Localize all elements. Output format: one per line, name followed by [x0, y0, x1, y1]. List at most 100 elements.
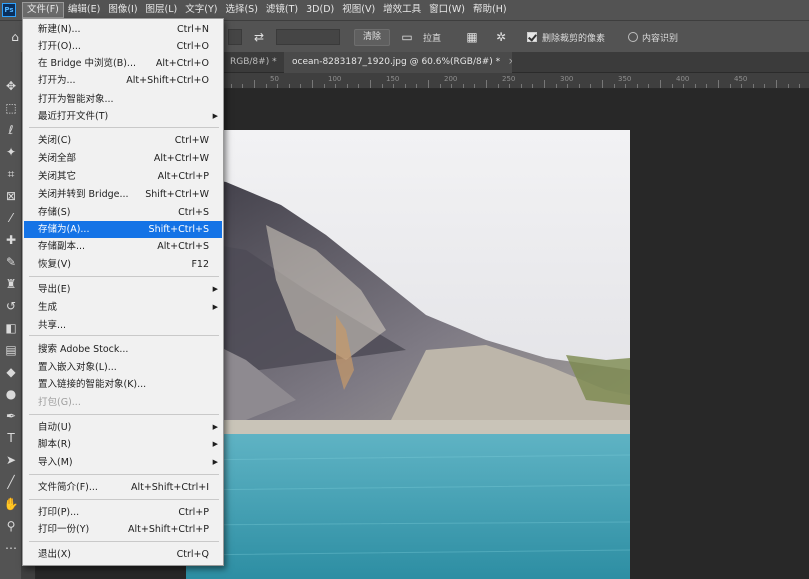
hand-tool-icon[interactable]: ✋: [3, 496, 19, 512]
more-tools-icon[interactable]: ⋯: [3, 540, 19, 556]
file-menu-item[interactable]: 恢复(V) F12: [24, 256, 222, 273]
stamp-tool-icon[interactable]: ♜: [3, 276, 19, 292]
menu-item-shortcut: Alt+Ctrl+P: [157, 171, 209, 182]
ruler-tick: [382, 84, 383, 88]
file-menu-item[interactable]: 导入(M) ▶: [24, 454, 222, 471]
grid-overlay-icon[interactable]: ▦: [465, 30, 479, 44]
file-menu-item[interactable]: 最近打开文件(T) ▶: [24, 108, 222, 125]
delete-cropped-checkbox[interactable]: [527, 32, 537, 42]
menu-plugins[interactable]: 增效工具: [379, 2, 425, 18]
ruler-tick: [231, 84, 232, 88]
file-menu-item[interactable]: 打印(P)... Ctrl+P: [24, 504, 222, 521]
gradient-tool-icon[interactable]: ▤: [3, 342, 19, 358]
file-menu-item[interactable]: 存储为(A)... Shift+Ctrl+S: [24, 221, 222, 238]
file-menu-item[interactable]: 打开为智能对象...: [24, 91, 222, 108]
path-selection-tool-icon[interactable]: ➤: [3, 452, 19, 468]
lasso-tool-icon[interactable]: ℓ: [3, 122, 19, 138]
tab-current-document[interactable]: ocean-8283187_1920.jpg @ 60.6%(RGB/8#) *…: [284, 52, 512, 73]
file-menu-item[interactable]: 置入链接的智能对象(K)...: [24, 376, 222, 393]
straighten-icon[interactable]: ▭: [400, 30, 414, 44]
file-menu-item[interactable]: 存储(S) Ctrl+S: [24, 204, 222, 221]
marquee-tool-icon[interactable]: ⬚: [3, 100, 19, 116]
file-menu-item[interactable]: 在 Bridge 中浏览(B)... Alt+Ctrl+O: [24, 55, 222, 72]
file-menu-item[interactable]: 关闭并转到 Bridge... Shift+Ctrl+W: [24, 186, 222, 203]
clear-button[interactable]: 清除: [354, 29, 391, 46]
file-menu-item[interactable]: 导出(E) ▶: [24, 281, 222, 298]
submenu-arrow-icon: ▶: [212, 458, 218, 466]
eraser-tool-icon[interactable]: ◧: [3, 320, 19, 336]
eyedropper-tool-icon[interactable]: ⁄: [3, 210, 19, 226]
line-tool-icon[interactable]: ╱: [3, 474, 19, 490]
file-menu-item[interactable]: 关闭其它 Alt+Ctrl+P: [24, 168, 222, 185]
file-menu-item[interactable]: 自动(U) ▶: [24, 419, 222, 436]
pen-tool-icon[interactable]: ✒: [3, 408, 19, 424]
magic-wand-tool-icon[interactable]: ✦: [3, 144, 19, 160]
submenu-arrow-icon: ▶: [212, 440, 218, 448]
file-menu-item[interactable]: 共享...: [24, 317, 222, 334]
ruler-label: 100: [328, 75, 342, 83]
straighten-label[interactable]: 拉直: [423, 31, 441, 44]
menu-view[interactable]: 视图(V): [338, 2, 379, 18]
ruler-tick: [335, 84, 336, 88]
menu-item-label: 搜索 Adobe Stock...: [38, 344, 129, 355]
menu-item-label: 打开(O)...: [38, 41, 81, 52]
menu-file[interactable]: 文件(F): [22, 2, 64, 18]
content-aware-checkbox[interactable]: [628, 32, 638, 42]
blur-tool-icon[interactable]: ◆: [3, 364, 19, 380]
move-tool-icon[interactable]: ✥: [3, 78, 19, 94]
file-menu-item[interactable]: 置入嵌入对象(L)...: [24, 359, 222, 376]
dodge-tool-icon[interactable]: ●: [3, 386, 19, 402]
menu-item-label: 打包(G)...: [38, 397, 81, 408]
menu-select[interactable]: 选择(S): [221, 2, 261, 18]
ruler-tick: [556, 84, 557, 88]
menu-item-label: 脚本(R): [38, 439, 72, 450]
home-icon[interactable]: ⌂: [8, 30, 22, 44]
file-menu-item[interactable]: 脚本(R) ▶: [24, 436, 222, 453]
menu-layer[interactable]: 图层(L): [142, 2, 182, 18]
file-menu-item[interactable]: 打印一份(Y) Alt+Shift+Ctrl+P: [24, 521, 222, 538]
menu-item-shortcut: Alt+Shift+Ctrl+O: [126, 75, 209, 86]
menu-type[interactable]: 文字(Y): [181, 2, 221, 18]
file-menu-item[interactable]: 生成 ▶: [24, 299, 222, 316]
zoom-tool-icon[interactable]: ⚲: [3, 518, 19, 534]
menu-help[interactable]: 帮助(H): [469, 2, 511, 18]
file-menu-item[interactable]: 搜索 Adobe Stock...: [24, 341, 222, 358]
file-menu-item[interactable]: 打开为... Alt+Shift+Ctrl+O: [24, 72, 222, 89]
crop-tool-icon[interactable]: ⌗: [3, 166, 19, 182]
ruler-tick: [672, 84, 673, 88]
crop-resolution-field[interactable]: [276, 29, 340, 45]
history-brush-tool-icon[interactable]: ↺: [3, 298, 19, 314]
crop-height-field[interactable]: [228, 29, 242, 45]
swap-dimensions-icon[interactable]: ⇄: [252, 30, 266, 44]
healing-brush-tool-icon[interactable]: ✚: [3, 232, 19, 248]
file-menu-item[interactable]: 退出(X) Ctrl+Q: [24, 546, 222, 563]
ruler-tick: [660, 80, 661, 88]
menu-window[interactable]: 窗口(W): [425, 2, 469, 18]
menu-separator: [29, 276, 219, 277]
file-menu-item[interactable]: 存储副本... Alt+Ctrl+S: [24, 238, 222, 255]
brush-tool-icon[interactable]: ✎: [3, 254, 19, 270]
menu-edit[interactable]: 编辑(E): [64, 2, 104, 18]
menu-filter[interactable]: 滤镜(T): [262, 2, 302, 18]
type-tool-icon[interactable]: T: [3, 430, 19, 446]
ruler-tick: [648, 84, 649, 88]
file-menu-item[interactable]: 打开(O)... Ctrl+O: [24, 38, 222, 55]
file-menu-item[interactable]: 新建(N)... Ctrl+N: [24, 21, 222, 38]
menu-item-label: 打印一份(Y): [38, 524, 90, 535]
ruler-tick: [498, 84, 499, 88]
frame-tool-icon[interactable]: ⊠: [3, 188, 19, 204]
ruler-label: 450: [734, 75, 748, 83]
menu-item-label: 关闭并转到 Bridge...: [38, 189, 129, 200]
close-icon[interactable]: ×: [508, 57, 512, 67]
ruler-tick: [451, 84, 452, 88]
file-menu-item[interactable]: 文件简介(F)... Alt+Shift+Ctrl+I: [24, 479, 222, 496]
file-menu-item[interactable]: 关闭全部 Alt+Ctrl+W: [24, 150, 222, 167]
file-menu-item[interactable]: 关闭(C) Ctrl+W: [24, 132, 222, 149]
menu-item-label: 打开为智能对象...: [38, 94, 114, 105]
document-image[interactable]: [186, 130, 630, 579]
menu-item-label: 置入链接的智能对象(K)...: [38, 379, 147, 390]
menu-item-shortcut: Shift+Ctrl+W: [145, 189, 209, 200]
gear-icon[interactable]: ✲: [494, 30, 508, 44]
menu-3d[interactable]: 3D(D): [302, 2, 338, 18]
menu-image[interactable]: 图像(I): [104, 2, 141, 18]
